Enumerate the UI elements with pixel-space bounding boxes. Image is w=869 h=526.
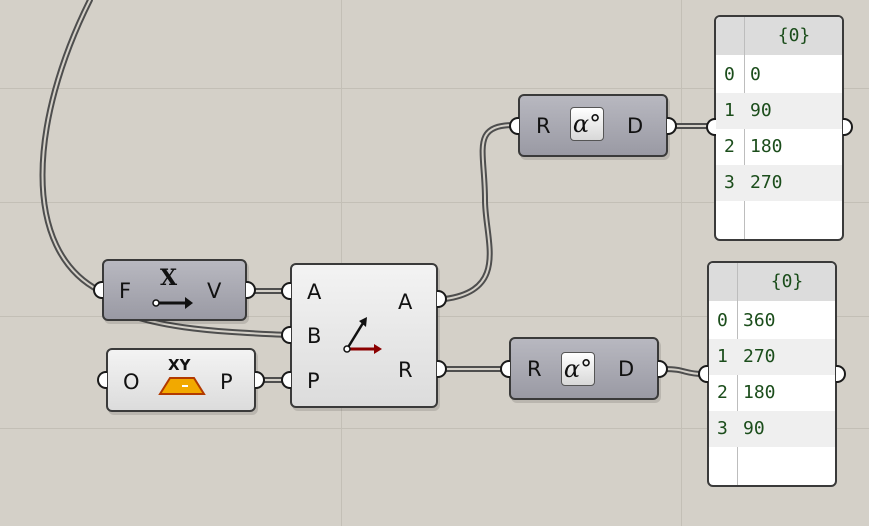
grasshopper-canvas[interactable]: F X V O XY P A B P A R R α° D R α° D {0}… (0, 0, 869, 526)
degrees-node-bottom[interactable]: R α° D (509, 337, 659, 400)
row-value: 180 (743, 382, 776, 403)
panel-row: 2 180 (716, 129, 842, 165)
output-d-label: D (618, 357, 635, 381)
panel-row: 1 270 (709, 339, 835, 375)
input-b-label: B (307, 324, 322, 348)
xy-plane-icon: XY (158, 356, 206, 400)
row-index: 1 (724, 100, 735, 121)
vector-arrow-icon: X (149, 265, 193, 311)
row-index: 0 (717, 310, 728, 331)
deconstruct-vector-node[interactable]: F X V (102, 259, 247, 321)
output-p-label: P (220, 370, 233, 394)
input-o-label: O (123, 370, 140, 394)
row-index: 3 (724, 172, 735, 193)
panel-row: 0 0 (716, 57, 842, 93)
wire-a-to-degrees-top (442, 122, 518, 302)
output-v-label: V (207, 279, 222, 303)
input-f-label: F (119, 279, 132, 303)
row-value: 90 (750, 100, 772, 121)
row-index: 2 (717, 382, 728, 403)
row-index: 1 (717, 346, 728, 367)
degrees-icon: α° (570, 107, 604, 141)
degrees-icon-text: α° (572, 110, 602, 138)
degrees-node-top[interactable]: R α° D (518, 94, 668, 157)
input-p-label: P (307, 369, 320, 393)
xy-plane-node[interactable]: O XY P (106, 348, 256, 412)
row-value: 360 (743, 310, 776, 331)
row-index: 0 (724, 64, 735, 85)
panel-row: 1 90 (716, 93, 842, 129)
output-d-label: D (627, 114, 644, 138)
panel-header: {0} (716, 17, 842, 55)
angle-icon (339, 315, 383, 359)
panel-bottom[interactable]: {0} 0 360 1 270 2 180 3 90 (707, 261, 837, 487)
row-index: 3 (717, 418, 728, 439)
panel-header: {0} (709, 263, 835, 301)
panel-row: 2 180 (709, 375, 835, 411)
panel-top[interactable]: {0} 0 0 1 90 2 180 3 270 (714, 15, 844, 241)
input-r-label: R (536, 114, 551, 138)
degrees-icon: α° (561, 352, 595, 386)
row-value: 270 (743, 346, 776, 367)
row-value: 270 (750, 172, 783, 193)
row-value: 180 (750, 136, 783, 157)
panel-row: 0 360 (709, 303, 835, 339)
row-value: 0 (750, 64, 761, 85)
output-a-label: A (398, 290, 413, 314)
panel-row: 3 270 (716, 165, 842, 201)
angle-node[interactable]: A B P A R (290, 263, 438, 408)
input-r-label: R (527, 357, 542, 381)
input-a-label: A (307, 280, 322, 304)
row-value: 90 (743, 418, 765, 439)
row-index: 2 (724, 136, 735, 157)
panel-row: 3 90 (709, 411, 835, 447)
degrees-icon-text: α° (563, 355, 593, 383)
output-r-label: R (398, 358, 413, 382)
